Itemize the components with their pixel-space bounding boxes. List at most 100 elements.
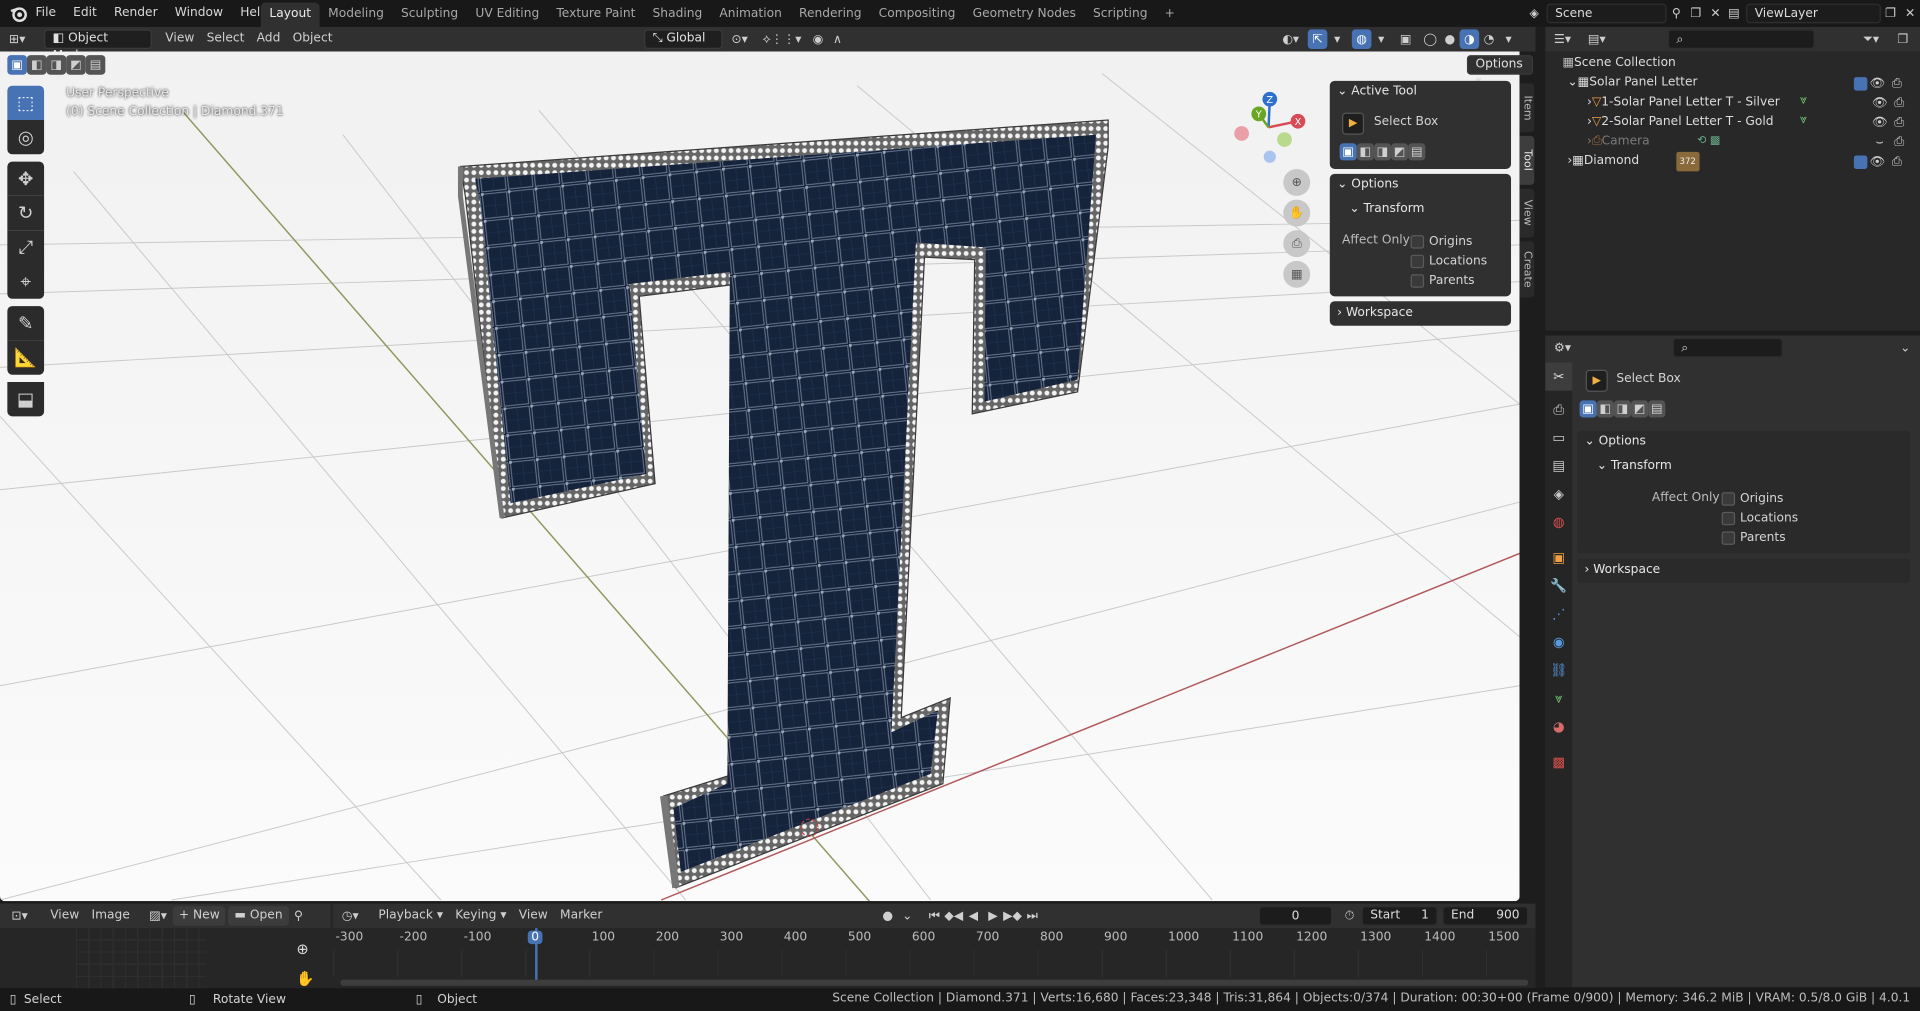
gizmo-toggle-icon[interactable]: ⇱ bbox=[1307, 29, 1328, 49]
jump-start-icon[interactable]: ⏮ bbox=[924, 906, 944, 926]
render-camera-icon[interactable]: ⎙ bbox=[1889, 132, 1909, 152]
cursor-tool-icon[interactable]: ◎ bbox=[7, 120, 45, 155]
keying-menu[interactable]: Keying ▾ bbox=[449, 906, 512, 926]
exclude-checkbox[interactable] bbox=[1853, 76, 1868, 91]
active-tool-header[interactable]: ⌄ Active Tool bbox=[1337, 81, 1417, 103]
move-tool-icon[interactable]: ✥ bbox=[7, 161, 45, 196]
sidebar-tab-view[interactable]: View bbox=[1519, 188, 1535, 238]
tab-scripting[interactable]: Scripting bbox=[1084, 2, 1156, 26]
scene-tab-icon[interactable]: ◈ bbox=[1545, 480, 1572, 508]
select-extend-icon[interactable]: ◧ bbox=[1356, 143, 1374, 161]
sidebar-tab-item[interactable]: Item bbox=[1519, 83, 1535, 133]
select-invert-icon[interactable]: ◩ bbox=[1391, 143, 1409, 161]
new-collection-icon[interactable]: ❐ bbox=[1893, 29, 1913, 49]
tab-rendering[interactable]: Rendering bbox=[790, 2, 870, 26]
material-tab-icon[interactable]: ◕ bbox=[1545, 713, 1572, 741]
scene-icon[interactable]: ◈ bbox=[1524, 4, 1544, 24]
keying-dropdown-icon[interactable]: ⌄ bbox=[897, 906, 917, 926]
constraints-tab-icon[interactable]: ⛓ bbox=[1545, 656, 1572, 684]
visibility-icon[interactable]: ◐▾ bbox=[1281, 29, 1301, 49]
snap-target-icon[interactable]: ⋮⋮▾ bbox=[771, 29, 802, 49]
view-layer-tab-icon[interactable]: ▤ bbox=[1545, 452, 1572, 480]
select-subtract-icon[interactable]: ◨ bbox=[1613, 400, 1632, 418]
tab-texture-paint[interactable]: Texture Paint bbox=[548, 2, 644, 26]
view-layer-field[interactable]: ViewLayer bbox=[1746, 3, 1881, 24]
falloff-icon[interactable]: ∧ bbox=[828, 29, 848, 49]
editor-type-icon[interactable]: ⚙▾ bbox=[1553, 338, 1573, 358]
select-box-tool-icon[interactable]: ⬚ bbox=[7, 85, 45, 121]
data-tab-icon[interactable]: ⩔ bbox=[1545, 684, 1572, 712]
measure-tool-icon[interactable]: 📐 bbox=[7, 340, 45, 375]
camera-view-icon[interactable]: ⎙ bbox=[1283, 230, 1311, 258]
open-image-button[interactable]: ▬ Open bbox=[228, 906, 289, 926]
select-new-icon[interactable]: ▣ bbox=[1339, 143, 1357, 161]
menu-add[interactable]: Add bbox=[251, 29, 287, 49]
start-frame-field[interactable]: Start 1 bbox=[1361, 906, 1438, 926]
overlay-dropdown-icon[interactable]: ▾ bbox=[1371, 29, 1391, 49]
current-frame-field[interactable]: 0 bbox=[1258, 906, 1333, 926]
eye-icon[interactable]: 👁 bbox=[1870, 93, 1890, 113]
pin-icon[interactable]: ⚲ bbox=[1667, 4, 1687, 24]
play-icon[interactable]: ▶ bbox=[983, 906, 1003, 926]
display-mode-icon[interactable]: ▤▾ bbox=[1587, 29, 1607, 49]
orientation-dropdown[interactable]: ⤡ Global ▾ bbox=[644, 29, 723, 62]
select-new-icon[interactable]: ▣ bbox=[7, 55, 27, 75]
menu-render[interactable]: Render bbox=[105, 0, 166, 27]
world-tab-icon[interactable]: ◍ bbox=[1545, 508, 1572, 536]
menu-image[interactable]: Image bbox=[85, 906, 136, 926]
render-camera-icon[interactable]: ⎙ bbox=[1889, 113, 1909, 133]
timeline-scrollbar[interactable] bbox=[340, 979, 1529, 986]
sidebar-tab-create[interactable]: Create bbox=[1519, 241, 1535, 298]
outliner-row-letter-gold[interactable]: › ▽ 2-Solar Panel Letter T - Gold bbox=[1587, 113, 1774, 133]
jump-end-icon[interactable]: ⏭ bbox=[1022, 906, 1042, 926]
stopwatch-icon[interactable]: ⏱ bbox=[1340, 906, 1360, 926]
tab-geometry-nodes[interactable]: Geometry Nodes bbox=[964, 2, 1084, 26]
annotate-tool-icon[interactable]: ✎ bbox=[7, 306, 45, 341]
menu-view[interactable]: View bbox=[513, 906, 554, 926]
material-shading-icon[interactable]: ◑ bbox=[1459, 29, 1480, 49]
physics-tab-icon[interactable]: ◉ bbox=[1545, 628, 1572, 656]
scale-tool-icon[interactable]: ⤢ bbox=[7, 230, 45, 265]
outliner-search-input[interactable]: ⌕ bbox=[1667, 29, 1815, 49]
next-keyframe-icon[interactable]: ▶◆ bbox=[1003, 906, 1023, 926]
blender-logo-icon[interactable] bbox=[9, 4, 29, 24]
eye-icon[interactable]: 👁 bbox=[1867, 73, 1887, 93]
menu-object[interactable]: Object bbox=[286, 29, 338, 49]
locations-checkbox[interactable]: Locations bbox=[1721, 511, 1798, 526]
menu-window[interactable]: Window bbox=[166, 0, 231, 27]
outliner-row-scene-collection[interactable]: ▦ Scene Collection bbox=[1562, 54, 1675, 74]
new-image-button[interactable]: + New bbox=[172, 906, 226, 926]
playback-menu[interactable]: Playback ▾ bbox=[372, 906, 449, 926]
solid-shading-icon[interactable]: ● bbox=[1440, 29, 1460, 49]
wireframe-shading-icon[interactable]: ◯ bbox=[1420, 29, 1440, 49]
tab-animation[interactable]: Animation bbox=[711, 2, 791, 26]
rotate-tool-icon[interactable]: ↻ bbox=[7, 195, 45, 231]
zoom-icon[interactable]: ⊕ bbox=[1283, 168, 1311, 196]
view-layer-icon[interactable]: ▤ bbox=[1724, 4, 1744, 24]
outliner-row-diamond[interactable]: › ▦ Diamond 372 bbox=[1567, 151, 1700, 172]
outliner-row-letter-silver[interactable]: › ▽ 1-Solar Panel Letter T - Silver bbox=[1587, 93, 1780, 113]
proportional-edit-icon[interactable]: ◉ bbox=[808, 29, 828, 49]
properties-search-input[interactable]: ⌕ bbox=[1672, 337, 1783, 358]
transform-header[interactable]: ⌄ Transform bbox=[1349, 198, 1424, 220]
navigation-gizmo[interactable]: Z X Y bbox=[1229, 88, 1315, 174]
select-subtract-icon[interactable]: ◨ bbox=[1373, 143, 1392, 161]
options-dropdown[interactable]: Options ▾ bbox=[1466, 55, 1534, 88]
render-camera-icon[interactable]: ⎙ bbox=[1887, 152, 1907, 172]
new-scene-icon[interactable]: ❐ bbox=[1686, 4, 1706, 24]
pan-hand-icon[interactable]: ✋ bbox=[296, 970, 314, 987]
end-frame-field[interactable]: End 900 bbox=[1442, 906, 1529, 926]
tab-layout[interactable]: Layout bbox=[260, 2, 320, 27]
menu-view[interactable]: View bbox=[44, 906, 85, 926]
play-reverse-icon[interactable]: ◀ bbox=[964, 906, 984, 926]
options-header[interactable]: ⌄ Options bbox=[1584, 431, 1645, 453]
image-browse-icon[interactable]: ▨▾ bbox=[148, 906, 168, 926]
output-tab-icon[interactable]: ▭ bbox=[1545, 424, 1572, 452]
sidebar-tab-tool[interactable]: Tool bbox=[1519, 135, 1535, 185]
eye-closed-icon[interactable]: ⌣ bbox=[1870, 132, 1890, 152]
render-tab-icon[interactable]: ⎙ bbox=[1545, 396, 1572, 424]
editor-type-icon[interactable]: ☰▾ bbox=[1553, 29, 1573, 49]
timeline-ruler[interactable]: -300 -200 -100 0 100 200 300 400 500 600 700 800 900… bbox=[333, 928, 1536, 989]
select-extend-icon[interactable]: ◧ bbox=[26, 55, 47, 75]
chevron-down-icon[interactable]: ⌄ bbox=[1896, 338, 1916, 358]
